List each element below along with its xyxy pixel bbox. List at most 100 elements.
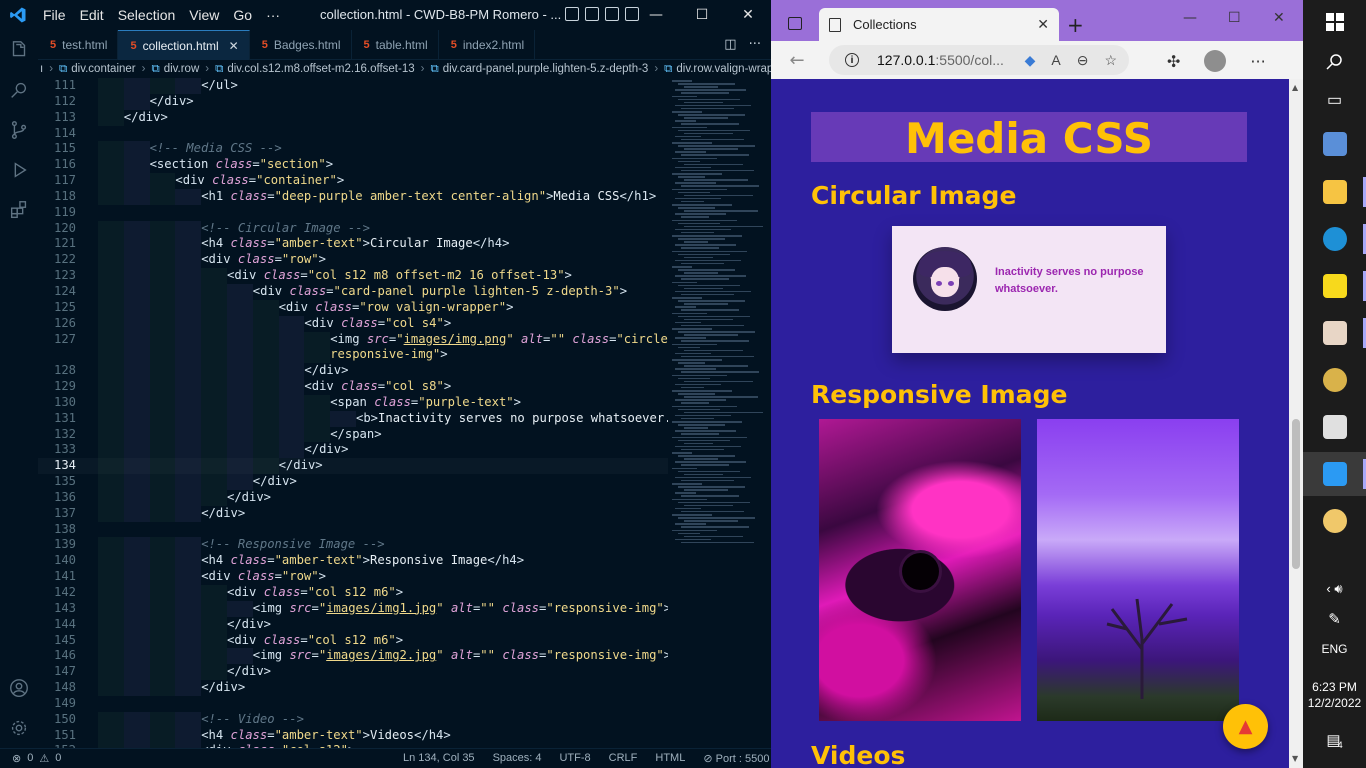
code-line[interactable]: 146 <img src="images/img2.jpg" alt="" cla… bbox=[38, 648, 668, 665]
settings-more-icon[interactable]: ··· bbox=[1250, 52, 1265, 71]
app-monitor-icon[interactable] bbox=[1303, 405, 1366, 449]
back-arrow-icon[interactable]: ← bbox=[771, 50, 823, 71]
code-line[interactable]: 140 <h4 class="amber-text">Responsive Ima… bbox=[38, 553, 668, 570]
coupon-tag-icon[interactable]: ◆ bbox=[1025, 52, 1036, 69]
new-tab-icon[interactable]: + bbox=[1067, 13, 1084, 37]
menu-selection[interactable]: Selection bbox=[111, 7, 183, 23]
code-line[interactable]: 143 <img src="images/img1.jpg" alt="" cla… bbox=[38, 600, 668, 617]
menu-more[interactable]: ··· bbox=[259, 7, 287, 23]
breadcrumb-item[interactable]: div.col.s12.m8.offset-m2.16.offset-13 bbox=[225, 63, 416, 75]
code-line[interactable]: 117 <div class="container"> bbox=[38, 173, 668, 189]
code-line[interactable]: 144 </div> bbox=[38, 616, 668, 633]
floating-bell-button[interactable]: ▲ bbox=[1223, 704, 1268, 749]
code-line[interactable]: 138 bbox=[38, 522, 668, 538]
code-line[interactable]: 128 </div> bbox=[38, 363, 668, 380]
app-game-icon[interactable] bbox=[1303, 358, 1366, 402]
browser-tab-collections[interactable]: Collections ✕ bbox=[819, 8, 1059, 41]
tab-collection-html[interactable]: 5 collection.html ✕ bbox=[118, 30, 250, 60]
code-line[interactable]: 131 <b>Inactivity serves no purpose whats… bbox=[38, 410, 668, 427]
code-line[interactable]: 120 <!-- Circular Image --> bbox=[38, 220, 668, 237]
code-line[interactable]: 141 <div class="row"> bbox=[38, 569, 668, 585]
task-view-icon[interactable]: ▭ bbox=[1303, 78, 1366, 122]
code-line[interactable]: 149 bbox=[38, 696, 668, 712]
tab-actions-icon[interactable] bbox=[788, 17, 802, 30]
end-of-line[interactable]: CRLF bbox=[609, 752, 638, 765]
code-line[interactable]: 134 </div> bbox=[38, 458, 668, 475]
code-line[interactable]: 121 <h4 class="amber-text">Circular Image… bbox=[38, 236, 668, 253]
maximize-icon[interactable]: ☐ bbox=[1228, 10, 1241, 26]
code-line[interactable]: 124 <div class="card-panel purple lighten… bbox=[38, 283, 668, 300]
paint-icon[interactable] bbox=[1303, 499, 1366, 543]
minimize-icon[interactable]: — bbox=[633, 0, 679, 30]
encoding[interactable]: UTF-8 bbox=[559, 752, 590, 765]
code-line[interactable]: 113 </div> bbox=[38, 109, 668, 126]
tab-table-html[interactable]: 5 table.html bbox=[352, 30, 439, 60]
notifications-icon[interactable]: ▤ 4 bbox=[1303, 718, 1366, 762]
code-line[interactable]: 127 <img src="images/img.png" alt="" clas… bbox=[38, 331, 668, 348]
close-icon[interactable]: ✕ bbox=[1273, 10, 1285, 26]
close-tab-icon[interactable]: ✕ bbox=[229, 39, 239, 53]
sticky-notes-icon[interactable] bbox=[1303, 264, 1366, 308]
toggle-panel-icon[interactable] bbox=[585, 7, 599, 21]
address-bar[interactable]: i 127.0.0.1:5500/col... ◆ A ⊖ ☆ bbox=[829, 45, 1129, 75]
toggle-secondary-sidebar-icon[interactable] bbox=[605, 7, 619, 21]
extensions-puzzle-icon[interactable]: ✣ bbox=[1167, 52, 1180, 71]
scroll-down-icon[interactable]: ▼ bbox=[1292, 754, 1298, 763]
tab-test-html[interactable]: 5 test.html bbox=[38, 30, 119, 60]
code-line[interactable]: 119 bbox=[38, 205, 668, 221]
code-line[interactable]: 132 </span> bbox=[38, 426, 668, 443]
live-server-port[interactable]: ⊘ Port : 5500 bbox=[703, 752, 769, 765]
code-line[interactable]: responsive-img"> bbox=[38, 347, 668, 364]
app-avatar-icon[interactable] bbox=[1303, 311, 1366, 355]
source-control-icon[interactable] bbox=[0, 110, 38, 150]
code-line[interactable]: 123 <div class="col s12 m8 offset-m2 16 o… bbox=[38, 268, 668, 284]
breadcrumb-item[interactable]: div.container bbox=[69, 63, 137, 75]
tab-index2-html[interactable]: 5 index2.html bbox=[439, 30, 536, 60]
code-editor[interactable]: 111 </ul> 112 </div> 113 </div> 114 115 <!-- Med… bbox=[38, 78, 668, 750]
menu-edit[interactable]: Edit bbox=[73, 7, 111, 23]
code-line[interactable]: 147 </div> bbox=[38, 664, 668, 681]
menu-file[interactable]: File bbox=[36, 7, 73, 23]
code-line[interactable]: 125 <div class="row valign-wrapper"> bbox=[38, 299, 668, 316]
pen-icon[interactable]: ✎ bbox=[1303, 597, 1366, 641]
indentation[interactable]: Spaces: 4 bbox=[493, 752, 542, 765]
file-explorer-icon[interactable] bbox=[1303, 170, 1366, 214]
extensions-icon[interactable] bbox=[0, 190, 38, 230]
language-indicator[interactable]: ENG bbox=[1303, 641, 1366, 657]
code-line[interactable]: 142 <div class="col s12 m6"> bbox=[38, 585, 668, 601]
tab-badges-html[interactable]: 5 Badges.html bbox=[250, 30, 352, 60]
breadcrumb-item[interactable]: div.card-panel.purple.lighten-5.z-depth-… bbox=[441, 63, 651, 75]
accounts-icon[interactable] bbox=[0, 668, 38, 708]
code-line[interactable]: 116 <section class="section"> bbox=[38, 157, 668, 174]
code-line[interactable]: 139 <!-- Responsive Image --> bbox=[38, 537, 668, 554]
language-mode[interactable]: HTML bbox=[655, 752, 685, 765]
cursor-position[interactable]: Ln 134, Col 35 bbox=[403, 752, 475, 765]
close-icon[interactable]: ✕ bbox=[725, 0, 771, 30]
breadcrumb-item[interactable]: div.row.valign-wrapper bbox=[674, 63, 771, 75]
code-line[interactable]: 122 <div class="row"> bbox=[38, 252, 668, 269]
profile-avatar[interactable] bbox=[1204, 50, 1227, 72]
page-scrollbar[interactable]: ▲ ▼ bbox=[1289, 79, 1303, 768]
code-line[interactable]: 151 <h4 class="amber-text">Videos</h4> bbox=[38, 727, 668, 744]
favorites-star-icon[interactable]: ☆ bbox=[1104, 52, 1117, 69]
code-line[interactable]: 130 <span class="purple-text"> bbox=[38, 394, 668, 411]
code-line[interactable]: 126 <div class="col s4"> bbox=[38, 315, 668, 332]
settings-gear-icon[interactable] bbox=[0, 708, 38, 748]
code-line[interactable]: 137 </div> bbox=[38, 505, 668, 522]
code-line[interactable]: 135 </div> bbox=[38, 474, 668, 490]
breadcrumb-item[interactable]: div.row bbox=[162, 63, 202, 75]
code-line[interactable]: 129 <div class="col s8"> bbox=[38, 379, 668, 395]
search-icon[interactable] bbox=[0, 70, 38, 110]
code-line[interactable]: 112 </div> bbox=[38, 93, 668, 110]
code-line[interactable]: 136 </div> bbox=[38, 489, 668, 506]
code-line[interactable]: 145 <div class="col s12 m6"> bbox=[38, 632, 668, 649]
toggle-primary-sidebar-icon[interactable] bbox=[565, 7, 579, 21]
site-info-icon[interactable]: i bbox=[845, 53, 859, 67]
zoom-icon[interactable]: ⊖ bbox=[1077, 52, 1089, 69]
menu-view[interactable]: View bbox=[182, 7, 226, 23]
scroll-up-icon[interactable]: ▲ bbox=[1292, 83, 1298, 92]
scrollbar-thumb[interactable] bbox=[1292, 419, 1300, 569]
code-line[interactable]: 133 </div> bbox=[38, 442, 668, 459]
read-aloud-icon[interactable]: A bbox=[1051, 52, 1060, 69]
maximize-icon[interactable]: ☐ bbox=[679, 0, 725, 30]
